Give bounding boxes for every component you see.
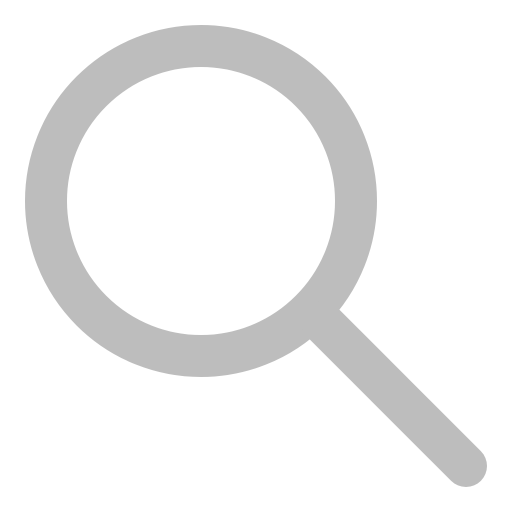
magnifier-handle xyxy=(301,301,487,487)
icon-canvas xyxy=(0,0,512,512)
search-icon-graphic xyxy=(25,25,487,487)
search-icon xyxy=(0,0,512,512)
